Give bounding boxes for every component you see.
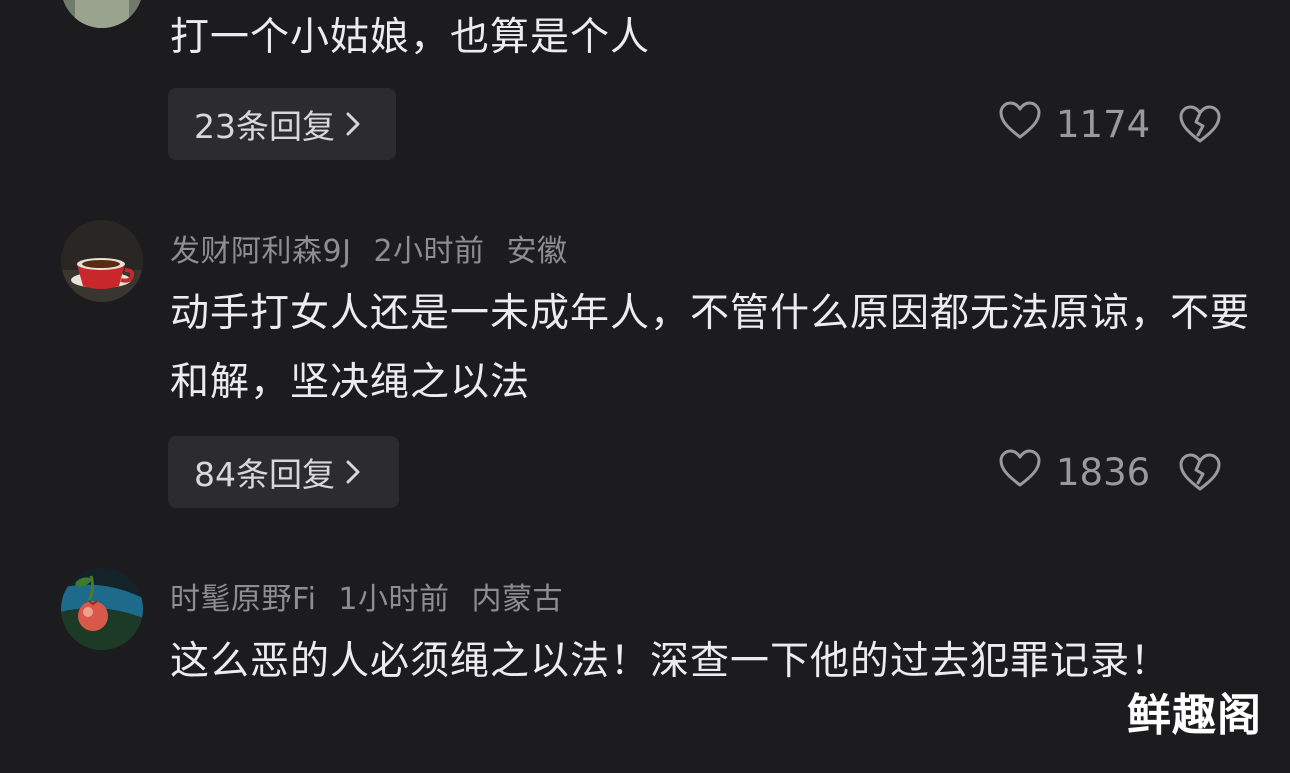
- dislike-button[interactable]: [1178, 104, 1222, 148]
- chevron-right-icon: [345, 111, 361, 137]
- chevron-right-icon: [345, 459, 361, 485]
- comment-text: 动手打女人还是一未成年人，不管什么原因都无法原谅，不要和解，坚决绳之以法: [170, 291, 1251, 405]
- like-count: 1836: [1056, 451, 1151, 494]
- replies-label: 84条回复: [194, 455, 335, 494]
- comment-text: 打一个小姑娘，也算是个人: [170, 15, 651, 60]
- like-count: 1174: [1056, 103, 1151, 146]
- avatar[interactable]: [61, 568, 143, 650]
- timestamp: 2小时前: [373, 234, 485, 269]
- comment-text: 这么恶的人必须绳之以法！深查一下他的过去犯罪记录！: [170, 639, 1171, 684]
- view-replies-button[interactable]: 23条回复: [168, 88, 396, 160]
- avatar[interactable]: [61, 0, 143, 28]
- location: 内蒙古: [471, 582, 564, 617]
- heart-outline-icon: [998, 100, 1042, 149]
- like-button[interactable]: 1174: [998, 100, 1150, 149]
- heart-outline-icon: [998, 448, 1042, 497]
- avatar[interactable]: [61, 220, 143, 302]
- watermark: 鲜趣阁: [1127, 690, 1262, 741]
- comment-meta: 发财阿利森9J 2小时前 安徽: [170, 226, 590, 270]
- broken-heart-icon: [1178, 453, 1222, 496]
- comment-meta: 时髦原野Fi 1小时前 内蒙古: [170, 574, 585, 618]
- timestamp: 1小时前: [338, 582, 450, 617]
- username[interactable]: 时髦原野Fi: [170, 582, 316, 617]
- like-button[interactable]: 1836: [998, 448, 1150, 497]
- dislike-button[interactable]: [1178, 452, 1222, 496]
- location: 安徽: [506, 234, 568, 269]
- replies-label: 23条回复: [194, 107, 335, 146]
- broken-heart-icon: [1178, 105, 1222, 148]
- username[interactable]: 发财阿利森9J: [170, 234, 351, 269]
- view-replies-button[interactable]: 84条回复: [168, 436, 399, 508]
